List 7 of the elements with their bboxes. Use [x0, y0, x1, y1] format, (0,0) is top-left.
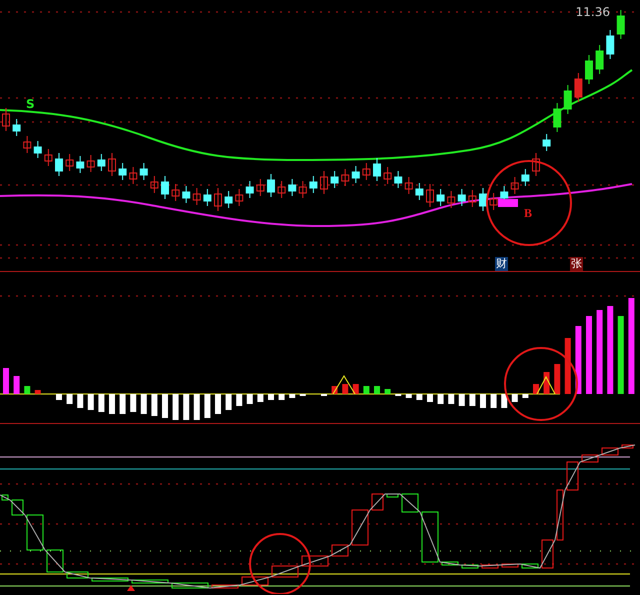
- signal-label: S: [26, 96, 35, 113]
- price-label: 11.36: [576, 4, 610, 21]
- signal-block: [498, 199, 518, 207]
- signal-label: B: [524, 205, 532, 222]
- info-badge[interactable]: 张: [570, 257, 583, 271]
- triangle-marker: [127, 585, 135, 591]
- info-badge[interactable]: 财: [495, 257, 508, 271]
